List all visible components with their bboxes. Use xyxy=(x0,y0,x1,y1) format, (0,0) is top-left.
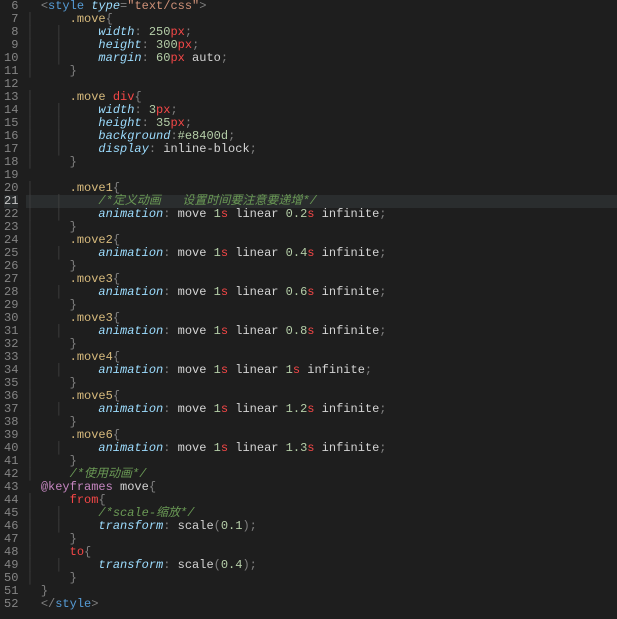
code-line[interactable]: │ │ animation: move 1s linear 0.2s infin… xyxy=(26,208,617,221)
selector: .move1 xyxy=(70,181,113,195)
number: 1 xyxy=(214,324,221,338)
property: animation xyxy=(98,324,163,338)
selector: .move3 xyxy=(70,272,113,286)
number: 1 xyxy=(286,363,293,377)
keyframe-selector: to xyxy=(70,545,84,559)
selector: .move4 xyxy=(70,350,113,364)
property: animation xyxy=(98,207,163,221)
property: animation xyxy=(98,285,163,299)
property: animation xyxy=(98,441,163,455)
selector: .move5 xyxy=(70,389,113,403)
number: 1.3 xyxy=(286,441,308,455)
number: 1 xyxy=(214,285,221,299)
unit: px xyxy=(156,103,170,117)
line-number: 52 xyxy=(4,598,18,611)
unit: px xyxy=(178,38,192,52)
unit: px xyxy=(170,116,184,130)
code-line[interactable]: │ │ transform: scale(0.4); xyxy=(26,559,617,572)
code-editor: 6789101112131415161718192021222324252627… xyxy=(0,0,617,619)
code-line[interactable]: <style type="text/css"> xyxy=(26,0,617,13)
number: 1 xyxy=(214,363,221,377)
property: display xyxy=(98,142,148,156)
code-line[interactable]: │ } xyxy=(26,65,617,78)
unit: s xyxy=(221,363,228,377)
property: height xyxy=(98,38,141,52)
code-line[interactable]: │ │ display: inline-block; xyxy=(26,143,617,156)
number: 0.2 xyxy=(286,207,308,221)
number: 1 xyxy=(214,246,221,260)
property: margin xyxy=(98,51,141,65)
number: 250 xyxy=(149,25,171,39)
number: 0.8 xyxy=(286,324,308,338)
property: height xyxy=(98,116,141,130)
unit: s xyxy=(221,402,228,416)
number: 0.1 xyxy=(221,519,243,533)
unit: s xyxy=(221,246,228,260)
number: 1 xyxy=(214,207,221,221)
property: width xyxy=(98,103,134,117)
code-line[interactable]: │ │ margin: 60px auto; xyxy=(26,52,617,65)
number: 0.4 xyxy=(286,246,308,260)
property: animation xyxy=(98,402,163,416)
code-line[interactable]: │ │ animation: move 1s linear 0.8s infin… xyxy=(26,325,617,338)
comment: /*scale-缩放*/ xyxy=(98,506,194,520)
number: 35 xyxy=(156,116,170,130)
number: 1.2 xyxy=(286,402,308,416)
code-line[interactable]: │ │ animation: move 1s linear 0.6s infin… xyxy=(26,286,617,299)
property: animation xyxy=(98,363,163,377)
line-number-gutter: 6789101112131415161718192021222324252627… xyxy=(0,0,26,619)
code-line[interactable]: │ │ transform: scale(0.1); xyxy=(26,520,617,533)
unit: px xyxy=(170,25,184,39)
number: 0.6 xyxy=(286,285,308,299)
property: animation xyxy=(98,246,163,260)
number: 3 xyxy=(149,103,156,117)
unit: s xyxy=(221,441,228,455)
code-line[interactable]: } xyxy=(26,585,617,598)
hex-color: #e8400d xyxy=(178,129,228,143)
keyframe-selector: from xyxy=(70,493,99,507)
code-line[interactable]: │ } xyxy=(26,572,617,585)
property: transform xyxy=(98,558,163,572)
selector: .move xyxy=(70,90,113,104)
code-line[interactable]: @keyframes move{ xyxy=(26,481,617,494)
number: 1 xyxy=(214,402,221,416)
selector: .move3 xyxy=(70,311,113,325)
comment: /*使用动画*/ xyxy=(70,467,147,481)
number: 60 xyxy=(156,51,170,65)
unit: px xyxy=(170,51,184,65)
at-rule: @keyframes xyxy=(41,480,113,494)
selector: .move2 xyxy=(70,233,113,247)
property: background xyxy=(98,129,170,143)
code-line[interactable]: │ │ animation: move 1s linear 1s infinit… xyxy=(26,364,617,377)
property: width xyxy=(98,25,134,39)
unit: s xyxy=(293,363,300,377)
comment: /*定义动画 设置时间要注意要递增*/ xyxy=(98,194,316,208)
number: 1 xyxy=(214,441,221,455)
code-line[interactable]: │ │ animation: move 1s linear 1.3s infin… xyxy=(26,442,617,455)
code-line[interactable]: │ } xyxy=(26,156,617,169)
attr-value: "text/css" xyxy=(127,0,199,13)
selector: .move xyxy=(70,12,106,26)
number: 300 xyxy=(156,38,178,52)
code-line[interactable]: │ │ animation: move 1s linear 0.4s infin… xyxy=(26,247,617,260)
unit: s xyxy=(221,285,228,299)
unit: s xyxy=(221,207,228,221)
number: 0.4 xyxy=(221,558,243,572)
code-line[interactable]: │ } xyxy=(26,533,617,546)
property: transform xyxy=(98,519,163,533)
tag-name: style xyxy=(55,597,91,611)
code-line[interactable]: │ │ animation: move 1s linear 1.2s infin… xyxy=(26,403,617,416)
unit: s xyxy=(221,324,228,338)
selector: .move6 xyxy=(70,428,113,442)
code-line[interactable]: </style> xyxy=(26,598,617,611)
code-area[interactable]: <style type="text/css">│ .move{│ │ width… xyxy=(26,0,617,619)
selector: div xyxy=(113,90,135,104)
